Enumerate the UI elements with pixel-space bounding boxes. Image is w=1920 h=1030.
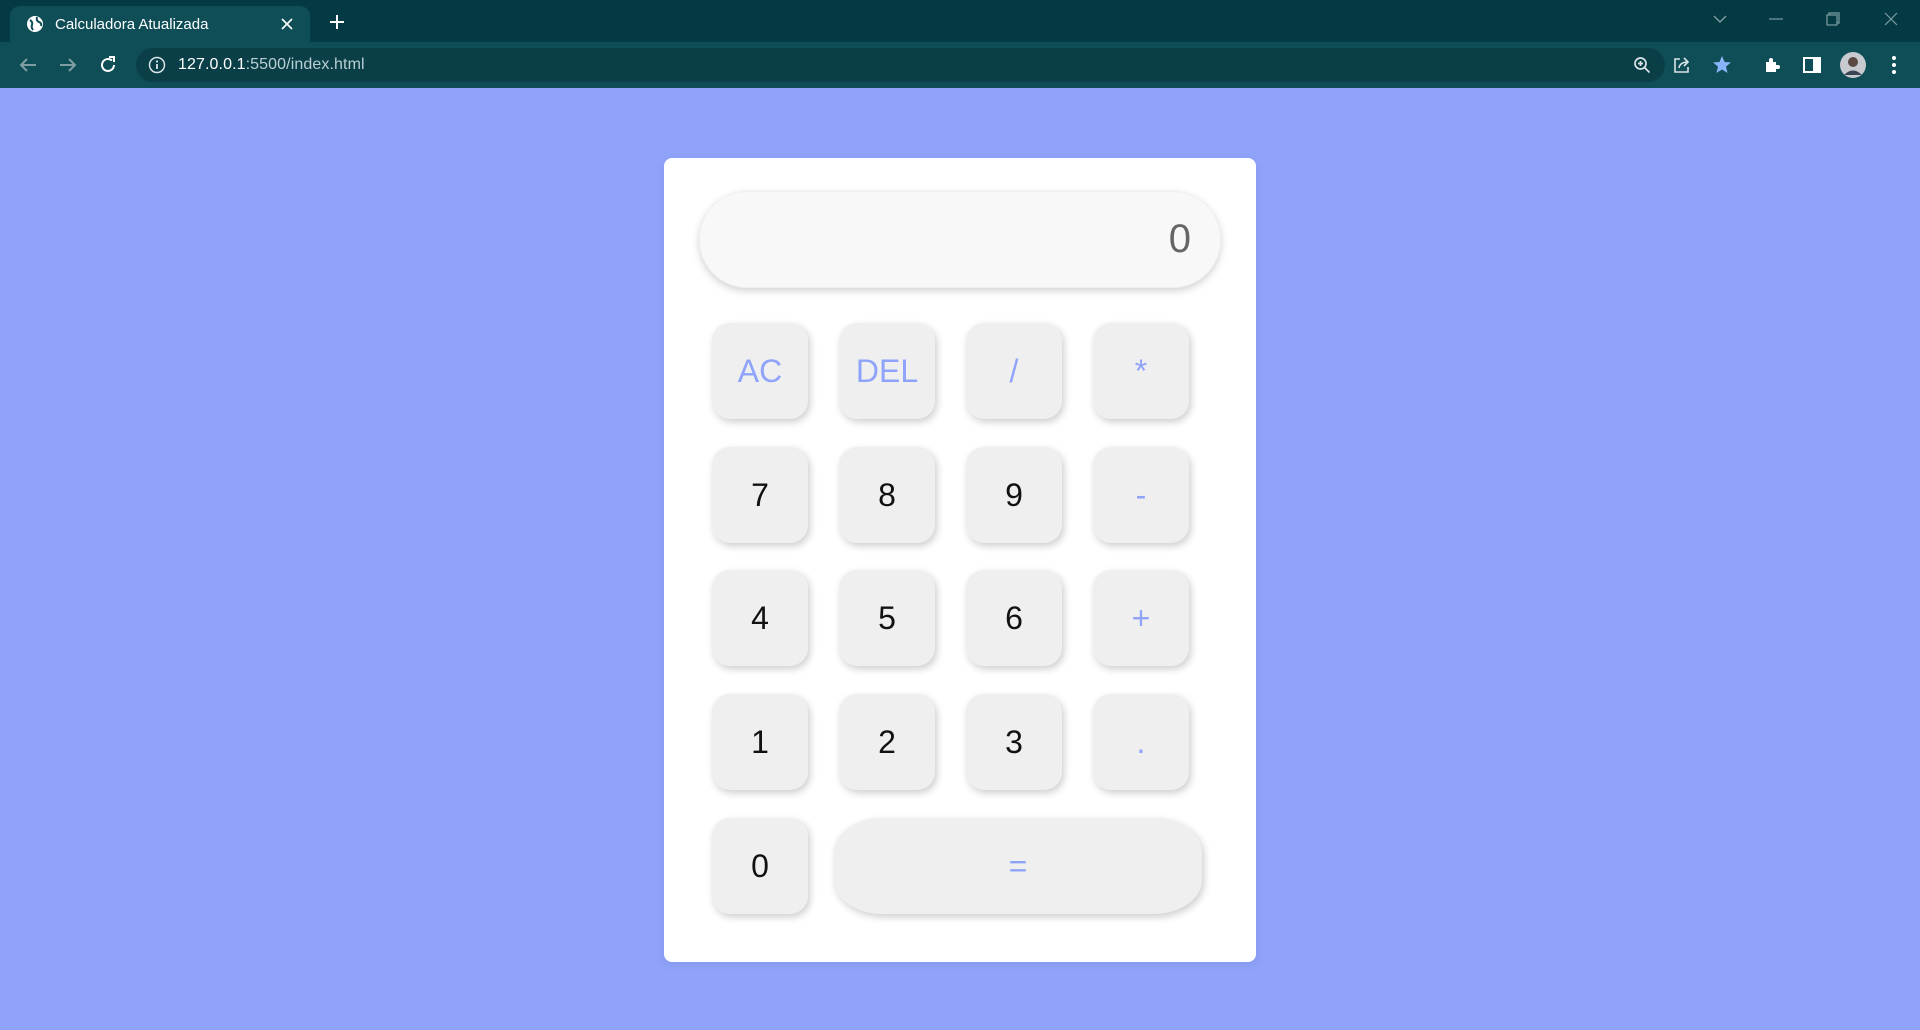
extensions-icon[interactable] (1756, 49, 1788, 81)
restore-icon[interactable] (1805, 0, 1861, 38)
close-window-icon[interactable] (1863, 0, 1919, 38)
key-5[interactable]: 5 (839, 570, 935, 666)
profile-avatar[interactable] (1837, 49, 1869, 81)
tab-search-icon[interactable] (1692, 0, 1748, 38)
key-9[interactable]: 9 (966, 447, 1062, 543)
key-4[interactable]: 4 (712, 570, 808, 666)
key-multiply[interactable]: * (1093, 323, 1189, 419)
key-2[interactable]: 2 (839, 694, 935, 790)
url-host: 127.0.0.1 (178, 56, 246, 73)
browser-tab[interactable]: Calculadora Atualizada (10, 6, 310, 42)
globe-icon (26, 15, 44, 33)
key-3[interactable]: 3 (966, 694, 1062, 790)
forward-icon[interactable] (52, 49, 84, 81)
tab-close-icon[interactable] (276, 13, 298, 35)
calculator: 0 AC DEL / * 7 8 9 - 4 5 6 + 1 2 3 . 0 = (664, 158, 1256, 962)
key-equals[interactable]: = (834, 818, 1202, 914)
key-del[interactable]: DEL (839, 323, 935, 419)
zoom-icon[interactable] (1626, 49, 1658, 81)
key-decimal[interactable]: . (1093, 694, 1189, 790)
key-ac[interactable]: AC (712, 323, 808, 419)
browser-tab-strip: Calculadora Atualizada (0, 0, 1920, 42)
reload-icon[interactable] (92, 49, 124, 81)
tab-title: Calculadora Atualizada (55, 15, 209, 33)
key-7[interactable]: 7 (712, 447, 808, 543)
side-panel-icon[interactable] (1796, 49, 1828, 81)
share-icon[interactable] (1666, 49, 1698, 81)
key-0[interactable]: 0 (712, 818, 808, 914)
key-plus[interactable]: + (1093, 570, 1189, 666)
site-info-icon[interactable] (148, 56, 166, 74)
menu-kebab-icon[interactable] (1878, 49, 1910, 81)
address-bar[interactable]: 127.0.0.1:5500/index.html (136, 48, 1665, 82)
url-path: :5500/index.html (245, 56, 365, 73)
minimize-icon[interactable] (1748, 0, 1804, 38)
key-minus[interactable]: - (1093, 447, 1189, 543)
key-6[interactable]: 6 (966, 570, 1062, 666)
url-text: 127.0.0.1:5500/index.html (178, 56, 365, 74)
back-icon[interactable] (12, 49, 44, 81)
new-tab-icon[interactable] (322, 8, 352, 36)
browser-toolbar: 127.0.0.1:5500/index.html (0, 42, 1920, 88)
key-1[interactable]: 1 (712, 694, 808, 790)
key-8[interactable]: 8 (839, 447, 935, 543)
key-divide[interactable]: / (966, 323, 1062, 419)
calculator-display: 0 (699, 191, 1221, 288)
bookmark-star-icon[interactable] (1706, 49, 1738, 81)
